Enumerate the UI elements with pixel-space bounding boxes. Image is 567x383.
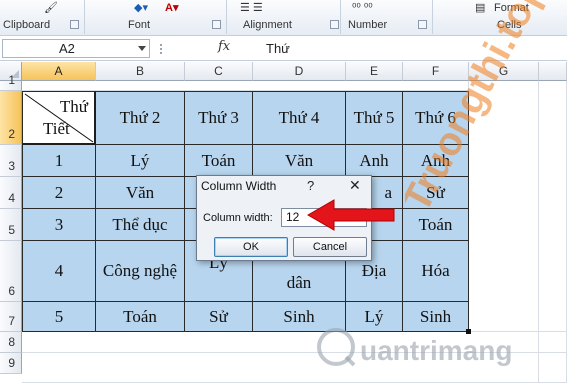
column-header-g[interactable]: G: [469, 62, 539, 81]
row-header-1[interactable]: 1: [0, 73, 22, 91]
table-cell[interactable]: 1: [22, 145, 96, 177]
table-cell[interactable]: Toán: [185, 145, 253, 177]
ribbon: 🖌 ◆▾ A▾ ☰ ☰ ⁰⁰ ⁰⁰ ▤ Format Clipboard Fon…: [0, 0, 567, 36]
table-cell[interactable]: Công nghệ: [96, 241, 185, 302]
ribbon-group-font: Font: [128, 19, 151, 31]
row-header-2[interactable]: 2: [0, 91, 22, 145]
table-cell[interactable]: Hóa: [403, 241, 469, 302]
a2-bottom-text: Tiết: [43, 119, 70, 138]
ok-button[interactable]: OK: [214, 237, 288, 257]
table-cell[interactable]: Anh: [403, 145, 469, 177]
font-color-icon[interactable]: A▾: [165, 0, 178, 16]
table-cell[interactable]: Sử: [185, 302, 253, 332]
ribbon-group-clipboard: Clipboard: [3, 19, 51, 31]
cell-e2[interactable]: Thứ 5: [346, 91, 403, 145]
table-cell[interactable]: 3: [22, 209, 96, 241]
column-header-a[interactable]: A: [22, 62, 96, 81]
formula-input[interactable]: Thứ: [242, 39, 565, 58]
clipboard-launcher-icon[interactable]: [70, 20, 79, 29]
column-header-d[interactable]: D: [253, 62, 346, 81]
format-painter-icon[interactable]: 🖌: [44, 0, 58, 16]
row-1-cells[interactable]: [22, 81, 469, 91]
formula-bar: A2 fx Thứ: [0, 37, 567, 61]
dialog-title: Column Width: [201, 179, 277, 193]
table-cell[interactable]: Sinh: [403, 302, 469, 332]
table-cell[interactable]: Toán: [96, 302, 185, 332]
row-header-7[interactable]: 7: [0, 302, 22, 332]
row-header-5[interactable]: 5: [0, 209, 22, 241]
column-header-f[interactable]: F: [403, 62, 469, 81]
name-box-value: A2: [59, 41, 75, 56]
ribbon-group-number: Number: [348, 19, 388, 31]
name-box[interactable]: A2: [2, 39, 150, 58]
row-9-cells[interactable]: [22, 353, 567, 383]
number-format-icon[interactable]: ⁰⁰ ⁰⁰: [352, 0, 373, 16]
table-cell[interactable]: 5: [22, 302, 96, 332]
chevron-down-icon[interactable]: [138, 46, 146, 51]
row-header-6[interactable]: 6: [0, 241, 22, 302]
a2-top-text: Thứ: [59, 97, 88, 116]
format-icon[interactable]: ▤: [475, 0, 485, 16]
cell-d2[interactable]: Thứ 4: [253, 91, 346, 145]
cancel-button[interactable]: Cancel: [293, 237, 367, 257]
ribbon-group-cells: Cells: [497, 19, 522, 31]
table-cell[interactable]: 4: [22, 241, 96, 302]
help-icon[interactable]: ?: [307, 178, 314, 193]
table-cell[interactable]: Sinh: [253, 302, 346, 332]
format-label[interactable]: Format: [494, 0, 529, 16]
table-cell[interactable]: Toán: [403, 209, 469, 241]
alignment-launcher-icon[interactable]: [330, 20, 339, 29]
table-cell[interactable]: Sử: [403, 177, 469, 209]
table-cell[interactable]: Văn: [253, 145, 346, 177]
cell-c2[interactable]: Thứ 3: [185, 91, 253, 145]
fill-handle[interactable]: [466, 329, 471, 334]
cell-f2[interactable]: Thứ 6: [403, 91, 469, 145]
ribbon-group-alignment: Alignment: [243, 19, 292, 31]
column-header-c[interactable]: C: [185, 62, 253, 81]
table-cell[interactable]: Văn: [96, 177, 185, 209]
font-launcher-icon[interactable]: [212, 20, 221, 29]
table-cell[interactable]: 2: [22, 177, 96, 209]
table-cell[interactable]: Anh: [346, 145, 403, 177]
cell-a2[interactable]: Thứ Tiết: [22, 91, 96, 145]
fill-color-icon[interactable]: ◆▾: [134, 0, 148, 16]
column-header-h[interactable]: [539, 62, 567, 81]
column-width-label: Column width:: [203, 212, 273, 224]
blank-columns-g-h[interactable]: [469, 81, 567, 332]
column-header-e[interactable]: E: [346, 62, 403, 81]
row-header-8[interactable]: 8: [0, 332, 22, 353]
red-arrow-icon: [306, 199, 395, 231]
row-header-4[interactable]: 4: [0, 177, 22, 209]
table-cell[interactable]: Lý: [96, 145, 185, 177]
insert-function-icon[interactable]: fx: [218, 39, 230, 54]
number-launcher-icon[interactable]: [418, 20, 427, 29]
row-header-3[interactable]: 3: [0, 145, 22, 177]
table-cell[interactable]: Thể dục: [96, 209, 185, 241]
indent-icon[interactable]: ☰ ☰: [240, 0, 263, 16]
close-icon[interactable]: ✕: [349, 177, 361, 194]
row-8-cells[interactable]: [22, 332, 567, 353]
row-header-9[interactable]: 9: [0, 353, 22, 374]
table-cell[interactable]: Lý: [346, 302, 403, 332]
column-header-b[interactable]: B: [96, 62, 185, 81]
resize-handle-icon[interactable]: [158, 41, 164, 57]
cell-b2[interactable]: Thứ 2: [96, 91, 185, 145]
